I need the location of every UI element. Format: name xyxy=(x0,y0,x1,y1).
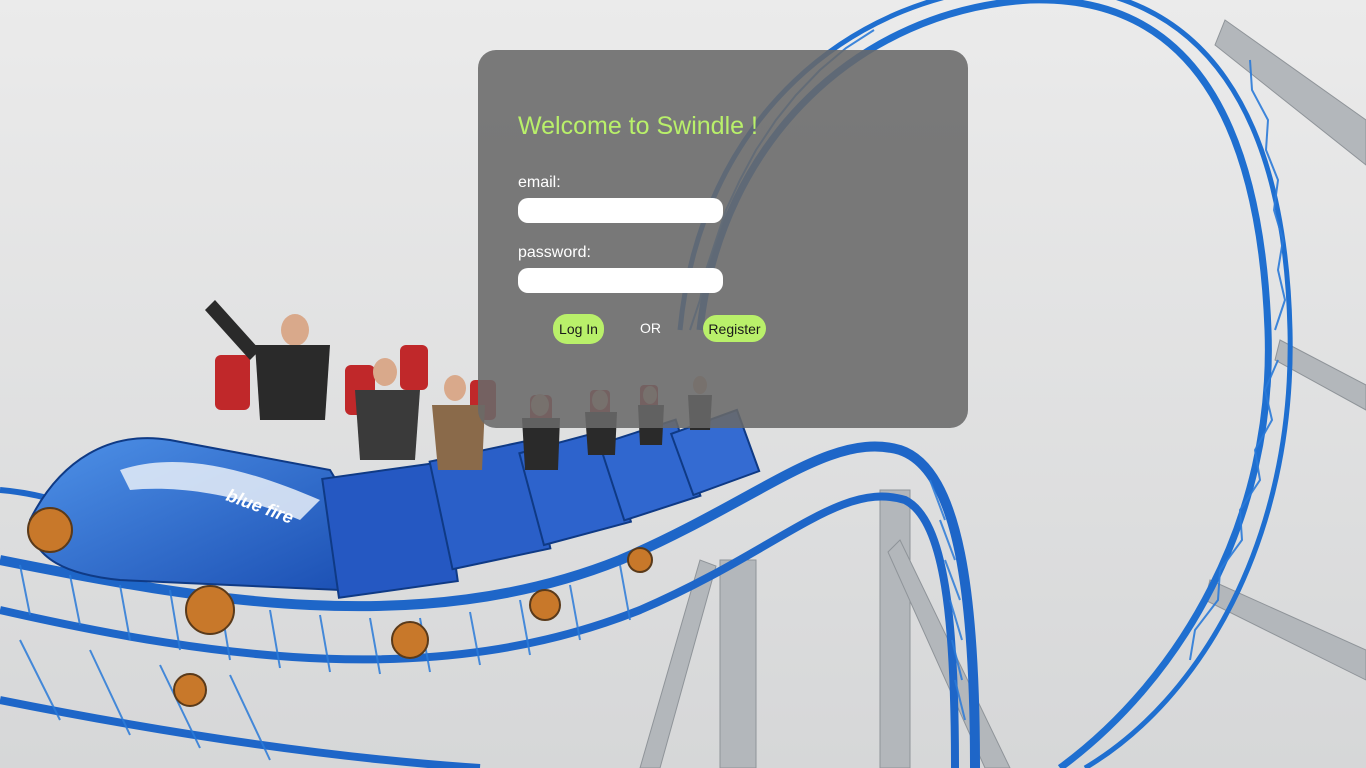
email-label: email: xyxy=(518,174,561,191)
email-input[interactable] xyxy=(518,198,723,223)
password-input[interactable] xyxy=(518,268,723,293)
or-separator: OR xyxy=(640,320,661,336)
welcome-title: Welcome to Swindle ! xyxy=(518,112,758,140)
login-page: blue fire Welcome to Swindle ! email: pa… xyxy=(0,0,1366,768)
password-label: password: xyxy=(518,244,591,261)
login-button[interactable]: Log In xyxy=(553,314,604,344)
register-button[interactable]: Register xyxy=(703,315,766,342)
login-panel: Welcome to Swindle ! email: password: Lo… xyxy=(478,50,968,428)
